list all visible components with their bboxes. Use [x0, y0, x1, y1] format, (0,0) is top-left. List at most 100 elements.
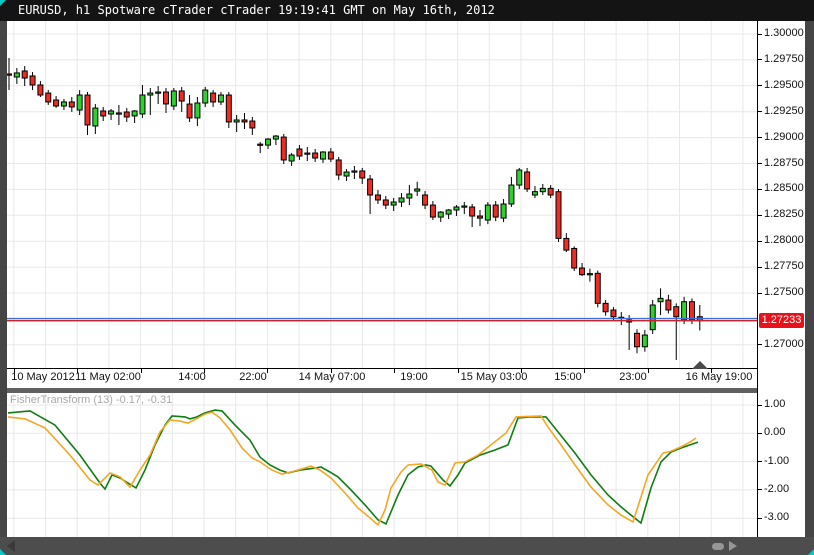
price-label: 1.28750 [764, 157, 804, 169]
status-dot-icon[interactable] [712, 543, 724, 550]
axis-tick [758, 137, 762, 138]
scroll-left-icon[interactable] [7, 540, 15, 552]
candle-down [689, 302, 694, 320]
indicator-scale-label: 0.00 [764, 426, 785, 438]
candle-down [281, 137, 286, 160]
candlestick-chart-area[interactable] [7, 21, 757, 369]
play-icon[interactable] [729, 541, 737, 551]
axis-tick [758, 267, 762, 268]
candle-down [336, 160, 341, 175]
candle-up [454, 207, 459, 210]
price-label: 1.28500 [764, 182, 804, 194]
price-label: 1.28000 [764, 234, 804, 246]
candle-up [289, 155, 294, 161]
time-label: 19:00 [400, 371, 428, 383]
fisher-transform-canvas[interactable] [7, 393, 757, 537]
time-tick [331, 369, 332, 373]
candle-down [242, 120, 247, 122]
candle-up [156, 92, 161, 93]
time-label: 22:00 [239, 371, 267, 383]
candle-up [61, 102, 66, 106]
price-label: 1.27750 [764, 260, 804, 272]
candle-down [556, 192, 561, 239]
candle-up [352, 171, 357, 172]
axis-tick [758, 34, 762, 35]
time-tick [141, 369, 142, 373]
chart-title: EURUSD, h1 Spotware cTrader cTrader 19:1… [18, 3, 495, 17]
price-label: 1.29000 [764, 131, 804, 143]
candle-up [642, 335, 647, 347]
ctrader-chart-window: EURUSD, h1 Spotware cTrader cTrader 19:1… [0, 0, 814, 555]
candle-down [211, 93, 216, 102]
candle-down [46, 93, 51, 102]
time-tick [584, 369, 585, 373]
candle-up [171, 91, 176, 106]
window-resize-corner-icon[interactable] [808, 549, 814, 555]
candle-down [635, 333, 640, 346]
time-tick [711, 369, 712, 373]
candle-down [187, 104, 192, 118]
candle-up [391, 202, 396, 205]
time-label: 10 May 2012 [11, 371, 75, 383]
candle-up [234, 120, 239, 122]
window-resize-corner-icon[interactable] [0, 549, 6, 555]
time-label: 14 May 07:00 [299, 371, 366, 383]
candle-down [54, 100, 59, 106]
indicator-label: FisherTransform (13) -0.17, -0.31 [10, 394, 172, 406]
candle-down [328, 152, 333, 159]
time-label: 23:00 [619, 371, 647, 383]
candle-down [595, 273, 600, 303]
price-label: 1.29250 [764, 105, 804, 117]
time-label: 11 May 02:00 [75, 371, 141, 383]
time-label: 15 May 03:00 [461, 371, 528, 383]
candle-down [250, 121, 255, 128]
candle-down [525, 172, 530, 189]
axis-tick [758, 344, 762, 345]
price-label: 1.27500 [764, 286, 804, 298]
candle-up [148, 93, 153, 95]
indicator-scale-label: -3.00 [764, 511, 789, 523]
axis-tick [758, 518, 762, 519]
time-axis[interactable]: 10 May 201211 May 02:0014:0022:0014 May … [7, 369, 757, 388]
candlestick-chart-canvas[interactable] [7, 21, 757, 368]
fisher-transform-panel[interactable]: FisherTransform (13) -0.17, -0.31 [7, 393, 757, 537]
window-border-right [805, 21, 814, 537]
candle-up [446, 210, 451, 214]
candle-down [478, 216, 483, 218]
axis-tick [758, 293, 762, 294]
window-resize-corner-icon[interactable] [0, 0, 6, 6]
candle-up [501, 204, 506, 218]
candle-up [273, 136, 278, 139]
price-label: 1.30000 [764, 27, 804, 39]
candle-down [30, 76, 35, 85]
candle-up [218, 95, 223, 102]
time-tick [77, 369, 78, 373]
candle-up [485, 205, 490, 220]
candle-up [415, 189, 420, 191]
candle-down [124, 112, 129, 117]
status-bar [0, 537, 814, 555]
price-label: 1.27000 [764, 338, 804, 350]
candle-down [493, 205, 498, 217]
candle-down [564, 238, 569, 250]
candle-up [532, 192, 537, 195]
candle-down [548, 188, 553, 195]
indicator-scale-label: -1.00 [764, 455, 789, 467]
candle-up [195, 103, 200, 118]
candle-down [164, 92, 169, 104]
axis-tick [758, 163, 762, 164]
candle-up [266, 139, 271, 145]
axis-tick [758, 489, 762, 490]
candle-up [517, 170, 522, 185]
current-time-marker-icon [692, 361, 708, 369]
price-label: 1.28250 [764, 208, 804, 220]
candle-down [368, 179, 373, 195]
candle-up [407, 194, 412, 198]
candle-up [509, 185, 514, 204]
candle-down [603, 303, 608, 311]
candle-down [226, 95, 231, 122]
axis-tick [758, 405, 762, 406]
candle-down [383, 200, 388, 205]
candle-up [203, 90, 208, 103]
price-axis[interactable]: 1.27233 1.300001.297501.295001.292501.29… [757, 21, 805, 537]
